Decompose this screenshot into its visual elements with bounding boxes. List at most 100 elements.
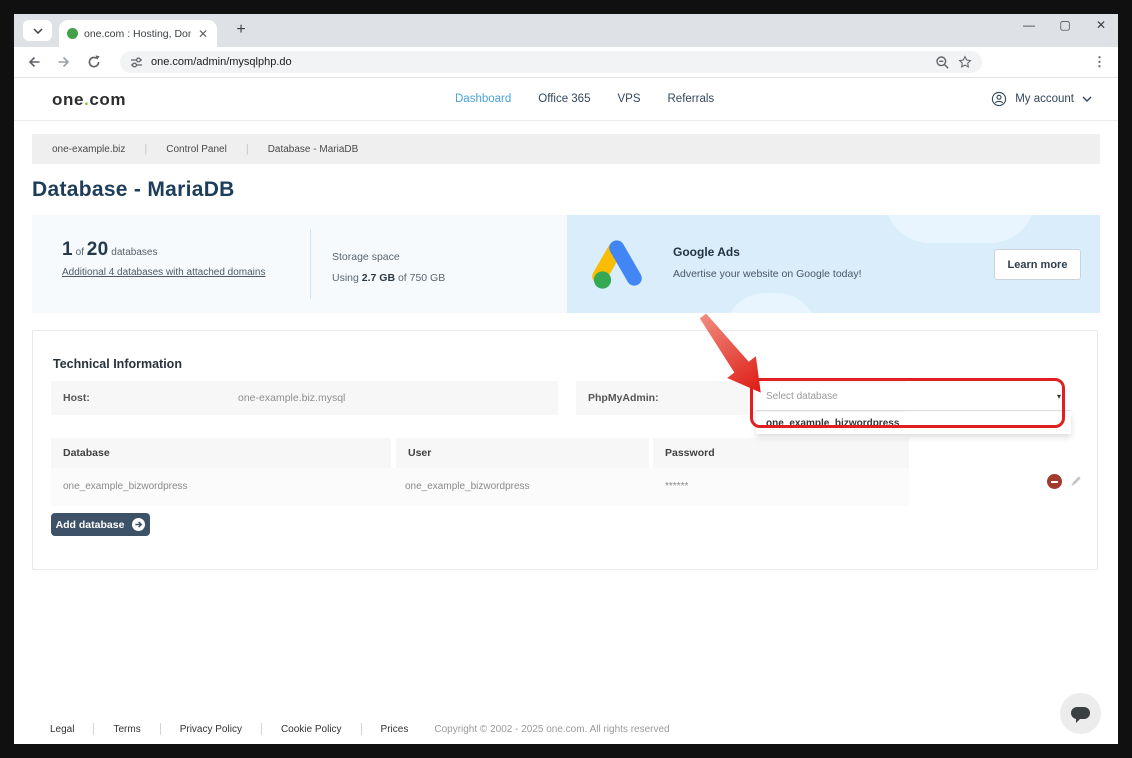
cell-user-name: one_example_bizwordpress <box>405 481 530 492</box>
footer-separator <box>261 723 262 735</box>
storage-space-label: Storage space <box>332 251 400 263</box>
info-cards-row: 1 of 20 databases Additional 4 databases… <box>32 215 1100 313</box>
footer-link-privacy-policy[interactable]: Privacy Policy <box>180 724 242 735</box>
zoom-out-icon[interactable] <box>935 55 950 70</box>
breadcrumb-control-panel[interactable]: Control Panel <box>166 144 227 155</box>
breadcrumb-domain[interactable]: one-example.biz <box>52 144 125 155</box>
nav-referrals[interactable]: Referrals <box>668 93 715 105</box>
browser-menu-icon[interactable]: ⋮ <box>1093 54 1106 70</box>
site-favicon <box>67 28 78 39</box>
footer-separator <box>160 723 161 735</box>
footer-link-terms[interactable]: Terms <box>113 724 140 735</box>
new-tab-button[interactable]: + <box>229 18 253 42</box>
window-maximize-button[interactable]: ▢ <box>1058 18 1072 32</box>
window-minimize-button[interactable]: — <box>1022 18 1036 32</box>
db-count-of: of <box>76 247 84 258</box>
window-close-button[interactable]: ✕ <box>1094 18 1108 32</box>
learn-more-button[interactable]: Learn more <box>994 249 1081 280</box>
chat-bubble-icon <box>1071 707 1090 719</box>
dropdown-option-database[interactable]: one_example_bizwordpress <box>756 412 1071 434</box>
breadcrumb-separator: | <box>144 143 147 155</box>
user-icon <box>991 91 1007 107</box>
reload-icon <box>86 54 102 70</box>
database-count: 1 of 20 databases <box>62 239 157 261</box>
db-count-total: 20 <box>87 239 109 260</box>
chat-widget-button[interactable] <box>1060 693 1101 734</box>
dropdown-caret-icon: ▾ <box>1057 392 1061 401</box>
site-header: one.com Dashboard Office 365 VPS Referra… <box>14 78 1118 121</box>
database-usage-card: 1 of 20 databases Additional 4 databases… <box>32 215 567 313</box>
storage-total-value: 750 GB <box>410 272 446 284</box>
section-title: Technical Information <box>53 357 182 371</box>
table-header-user: User <box>396 438 649 468</box>
delete-database-button[interactable] <box>1047 474 1062 489</box>
ad-title: Google Ads <box>673 245 740 259</box>
host-label: Host: <box>63 392 90 404</box>
breadcrumb: one-example.biz | Control Panel | Databa… <box>32 134 1100 164</box>
nav-vps[interactable]: VPS <box>617 93 640 105</box>
my-account-menu[interactable]: My account <box>991 78 1092 120</box>
storage-mid: of <box>395 272 410 284</box>
table-header-database: Database <box>51 438 391 468</box>
host-value: one-example.biz.mysql <box>238 392 345 404</box>
footer-separator <box>93 723 94 735</box>
add-database-label: Add database <box>56 519 125 531</box>
edit-password-button[interactable] <box>1069 475 1082 488</box>
phpmyadmin-label: PhpMyAdmin: <box>588 392 659 404</box>
cloud-decoration <box>725 293 817 313</box>
storage-used-value: 2.7 GB <box>362 272 395 284</box>
row-actions <box>1047 474 1082 489</box>
logo-text: one <box>52 90 84 109</box>
footer-link-legal[interactable]: Legal <box>50 724 74 735</box>
storage-usage: Using 2.7 GB of 750 GB <box>332 272 445 284</box>
page-title: Database - MariaDB <box>32 178 235 202</box>
tab-strip: one.com : Hosting, Domain, Em ✕ + — ▢ ✕ <box>14 14 1118 47</box>
url-text[interactable]: one.com/admin/mysqlphp.do <box>151 56 927 68</box>
nav-dashboard[interactable]: Dashboard <box>455 93 511 105</box>
footer-separator <box>361 723 362 735</box>
google-ads-logo-icon <box>592 236 642 290</box>
logo-text-2: com <box>89 90 126 109</box>
onecom-logo[interactable]: one.com <box>52 90 126 110</box>
tab-search-button[interactable] <box>23 20 52 41</box>
arrow-circle-icon <box>132 518 145 531</box>
main-nav: Dashboard Office 365 VPS Referrals <box>455 78 714 120</box>
chevron-down-icon <box>33 28 43 34</box>
google-ads-banner: Google Ads Advertise your website on Goo… <box>567 215 1100 313</box>
table-row: one_example_bizwordpress one_example_biz… <box>51 468 909 506</box>
cell-database-name: one_example_bizwordpress <box>63 481 188 492</box>
browser-window: one.com : Hosting, Domain, Em ✕ + — ▢ ✕ … <box>14 14 1118 744</box>
table-header-password: Password <box>653 438 909 468</box>
cell-password-masked: ****** <box>665 481 688 492</box>
minus-icon <box>1051 481 1058 483</box>
back-button[interactable] <box>26 54 42 70</box>
copyright-text: Copyright © 2002 - 2025 one.com. All rig… <box>434 724 669 735</box>
breadcrumb-current: Database - MariaDB <box>268 144 359 155</box>
forward-button[interactable] <box>56 54 72 70</box>
tab-title: one.com : Hosting, Domain, Em <box>84 28 191 40</box>
footer-link-cookie-policy[interactable]: Cookie Policy <box>281 724 342 735</box>
site-footer: Legal Terms Privacy Policy Cookie Policy… <box>50 714 670 744</box>
cloud-decoration <box>885 215 1035 243</box>
chevron-down-icon <box>1082 96 1092 102</box>
db-count-word: databases <box>111 247 157 258</box>
footer-link-prices[interactable]: Prices <box>381 724 409 735</box>
host-field: Host: one-example.biz.mysql <box>51 381 558 415</box>
additional-databases-link[interactable]: Additional 4 databases with attached dom… <box>62 267 265 278</box>
my-account-label: My account <box>1015 93 1074 105</box>
pencil-icon <box>1069 475 1082 488</box>
bookmark-star-icon[interactable] <box>958 55 972 69</box>
back-arrow-icon <box>26 54 42 70</box>
db-count-value: 1 <box>62 239 73 260</box>
add-database-button[interactable]: Add database <box>51 513 150 536</box>
url-bar[interactable]: one.com/admin/mysqlphp.do <box>120 51 982 73</box>
forward-arrow-icon <box>56 54 72 70</box>
site-settings-icon[interactable] <box>130 56 143 69</box>
nav-office-365[interactable]: Office 365 <box>538 93 590 105</box>
tab-close-icon[interactable]: ✕ <box>197 28 209 40</box>
browser-tab[interactable]: one.com : Hosting, Domain, Em ✕ <box>59 20 217 47</box>
select-database-dropdown[interactable]: Select database ▾ <box>756 383 1071 411</box>
technical-information-panel: Technical Information Host: one-example.… <box>32 330 1098 570</box>
storage-prefix: Using <box>332 272 362 284</box>
reload-button[interactable] <box>86 54 102 70</box>
